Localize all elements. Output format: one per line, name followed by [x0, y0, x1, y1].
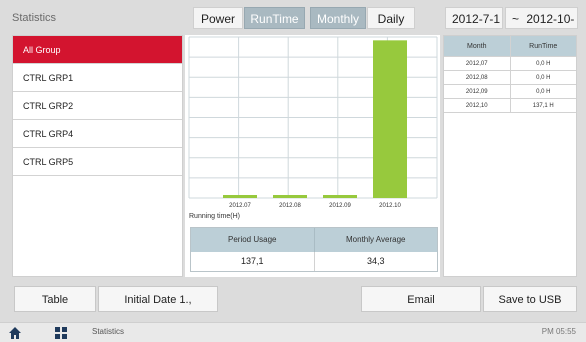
apps-grid-icon[interactable] — [55, 327, 67, 339]
x-tick-label: 2012.10 — [379, 203, 401, 209]
chart-bar — [273, 195, 307, 198]
end-date-field[interactable]: ~ 2012-10-29 — [505, 7, 578, 48]
chart-bar — [373, 40, 407, 199]
table-row: 2012,08 0,0 H — [444, 71, 576, 85]
runtime-cell: 0,0 H — [536, 75, 551, 81]
runtime-cell: 0,0 H — [536, 61, 551, 67]
table-header-row: Month RunTime — [444, 36, 576, 57]
table-button[interactable]: Table — [14, 286, 96, 312]
month-cell: 2012,08 — [444, 71, 511, 84]
group-item-ctrl-grp4[interactable]: CTRL GRP4 — [13, 120, 182, 148]
chart-bar — [323, 195, 357, 198]
month-cell: 2012,10 — [444, 99, 511, 112]
runtime-bar-chart: 2012.07 2012.08 2012.09 2012.10 — [188, 36, 438, 209]
monthly-average-header: Monthly Average — [314, 228, 437, 252]
runtime-cell: 0,0 H — [536, 89, 551, 95]
x-tick-label: 2012.07 — [229, 203, 251, 209]
save-to-usb-button[interactable]: Save to USB — [483, 286, 577, 312]
page-title: Statistics — [12, 12, 57, 24]
table-row: 2012,09 0,0 H — [444, 85, 576, 99]
tab-runtime[interactable]: RunTime — [244, 7, 305, 29]
usage-summary-table: Period Usage Monthly Average 137,1 34,3 — [190, 227, 438, 272]
period-usage-value: 137,1 — [191, 252, 315, 271]
month-cell: 2012,07 — [444, 57, 511, 70]
group-item-ctrl-grp1[interactable]: CTRL GRP1 — [13, 64, 182, 92]
table-row: 2012,07 0,0 H — [444, 57, 576, 71]
month-column-header: Month — [444, 36, 511, 56]
runtime-column-header: RunTime — [529, 43, 558, 50]
status-clock: PM 05:55 — [541, 327, 576, 336]
y-axis-label: Running time(H) — [189, 213, 240, 220]
email-button[interactable]: Email — [361, 286, 481, 312]
tab-monthly[interactable]: Monthly — [310, 7, 366, 29]
group-item-ctrl-grp2[interactable]: CTRL GRP2 — [13, 92, 182, 120]
status-bar: Statistics PM 05:55 — [0, 322, 586, 342]
runtime-cell: 137,1 H — [532, 103, 554, 109]
period-usage-header: Period Usage — [191, 228, 315, 252]
chart-bar — [223, 195, 257, 198]
x-tick-label: 2012.08 — [279, 203, 301, 209]
home-icon[interactable] — [8, 326, 22, 340]
group-list: All Group CTRL GRP1 CTRL GRP2 CTRL GRP4 … — [12, 35, 183, 277]
table-row: 2012,10 137,1 H — [444, 99, 576, 113]
date-separator: ~ — [512, 12, 520, 26]
monthly-average-value: 34,3 — [366, 256, 385, 266]
group-item-all[interactable]: All Group — [13, 36, 182, 64]
tab-daily[interactable]: Daily — [367, 7, 415, 29]
month-cell: 2012,09 — [444, 85, 511, 98]
month-runtime-table: Month RunTime 2012,07 0,0 H 2012,08 0,0 … — [443, 35, 577, 277]
initial-date-button[interactable]: Initial Date 1., — [98, 286, 218, 312]
start-date-field[interactable]: 2012-7-1 — [445, 7, 503, 29]
x-tick-label: 2012.09 — [329, 203, 351, 209]
group-item-ctrl-grp5[interactable]: CTRL GRP5 — [13, 148, 182, 176]
status-screen-name: Statistics — [92, 327, 125, 336]
tab-power[interactable]: Power — [193, 7, 243, 29]
